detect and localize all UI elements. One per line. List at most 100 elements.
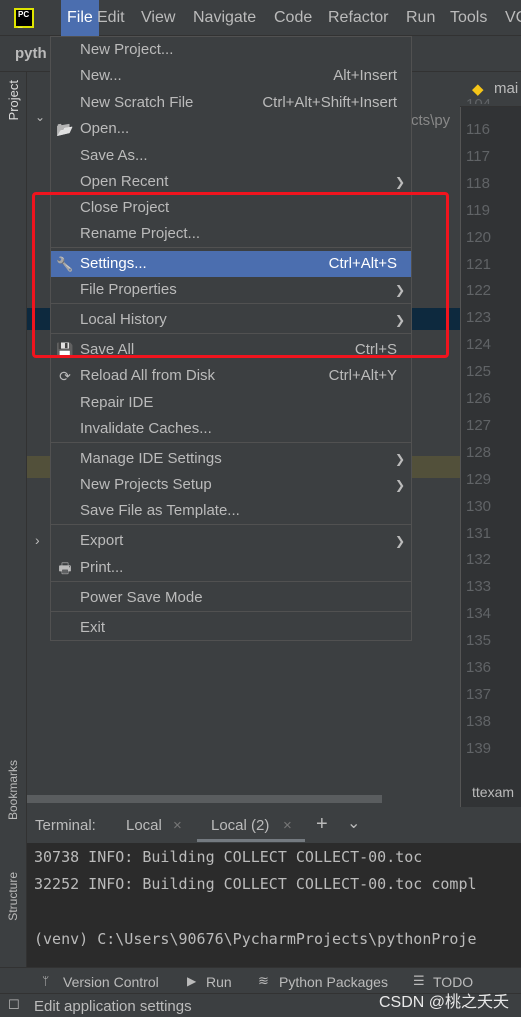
line-number: 129 bbox=[466, 470, 492, 488]
menu-item-label: Print... bbox=[80, 559, 124, 576]
menu-item-label: New Scratch File bbox=[80, 94, 194, 111]
line-number: 117 bbox=[466, 147, 490, 165]
editor-tab-main[interactable]: mai bbox=[494, 80, 518, 97]
menu-item-label: Repair IDE bbox=[80, 394, 154, 411]
menu-item-label: New Projects Setup bbox=[80, 476, 212, 493]
line-number: 138 bbox=[466, 712, 492, 730]
status-text: Edit application settings bbox=[34, 998, 192, 1015]
layers-icon: ≋ bbox=[258, 973, 269, 988]
menu-item-save-as[interactable]: Save As... bbox=[51, 143, 411, 169]
menu-separator bbox=[51, 611, 411, 612]
menu-item-power-save-mode[interactable]: Power Save Mode bbox=[51, 585, 411, 611]
menu-vcs[interactable]: VC bbox=[499, 0, 521, 36]
menu-item-new[interactable]: New... Alt+Insert bbox=[51, 63, 411, 89]
chevron-right-icon[interactable]: › bbox=[35, 532, 40, 548]
chevron-down-icon[interactable]: ⌄ bbox=[35, 110, 45, 124]
tab-local-2[interactable]: Local (2) bbox=[211, 817, 269, 834]
window-icon[interactable]: ☐ bbox=[8, 997, 20, 1013]
menu-item-repair-ide[interactable]: Repair IDE bbox=[51, 390, 411, 416]
line-number: 139 bbox=[466, 739, 492, 757]
tab-local[interactable]: Local bbox=[126, 817, 162, 834]
shortcut-label: Ctrl+Alt+Y bbox=[328, 367, 397, 384]
line-number: 104 bbox=[466, 96, 491, 104]
line-number: 130 bbox=[466, 497, 492, 515]
menu-item-label: Open... bbox=[80, 120, 130, 137]
line-number: 127 bbox=[466, 416, 492, 434]
terminal-title: Terminal: bbox=[35, 817, 96, 834]
menu-code[interactable]: Code bbox=[268, 0, 318, 36]
project-breadcrumb[interactable]: pyth bbox=[15, 45, 47, 62]
line-number: 124 bbox=[466, 336, 492, 354]
line-number: 134 bbox=[466, 605, 492, 623]
menu-run[interactable]: Run bbox=[400, 0, 441, 36]
line-number: 118 bbox=[466, 174, 490, 192]
menu-item-label: Save As... bbox=[80, 147, 148, 164]
menu-refactor[interactable]: Refactor bbox=[322, 0, 394, 36]
menu-item-label: Manage IDE Settings bbox=[80, 450, 222, 467]
line-number: 116 bbox=[466, 121, 490, 138]
line-number: 135 bbox=[466, 632, 492, 650]
left-tool-strip: Project Bookmarks Structure bbox=[0, 72, 27, 967]
menu-separator bbox=[51, 442, 411, 443]
line-number: 126 bbox=[466, 390, 492, 407]
project-tool-button[interactable]: Project bbox=[6, 80, 21, 120]
menu-item-new-projects-setup[interactable]: New Projects Setup ❯ bbox=[51, 472, 411, 498]
editor-bottom-tab[interactable]: ttexam bbox=[472, 784, 514, 800]
line-number: 123 bbox=[466, 309, 492, 327]
menu-item-new-scratch-file[interactable]: New Scratch File Ctrl+Alt+Shift+Insert bbox=[51, 90, 411, 116]
menu-view[interactable]: View bbox=[135, 0, 181, 36]
shortcut-label: Ctrl+Alt+Shift+Insert bbox=[262, 94, 397, 111]
structure-tool-button[interactable]: Structure bbox=[6, 872, 20, 921]
menu-item-label: New... bbox=[80, 67, 122, 84]
menu-item-print[interactable]: 🖶 Print... bbox=[51, 555, 411, 581]
chevron-right-icon: ❯ bbox=[394, 478, 405, 492]
add-tab-icon[interactable]: + bbox=[316, 813, 328, 836]
list-icon: ☰ bbox=[413, 973, 425, 988]
chevron-down-icon[interactable]: ⌄ bbox=[347, 813, 360, 833]
close-icon[interactable]: × bbox=[173, 817, 182, 834]
line-number: 125 bbox=[466, 363, 492, 381]
menu-item-new-project[interactable]: New Project... bbox=[51, 37, 411, 63]
horizontal-scrollbar[interactable] bbox=[27, 795, 382, 803]
menu-item-reload-all-from-disk[interactable]: ⟳ Reload All from Disk Ctrl+Alt+Y bbox=[51, 363, 411, 389]
reload-icon: ⟳ bbox=[59, 368, 71, 384]
print-icon: 🖶 bbox=[58, 560, 72, 576]
watermark: CSDN @桃之夭夭 bbox=[378, 994, 509, 1011]
run-icon: ▶ bbox=[187, 974, 197, 988]
version-control-button[interactable]: Version Control bbox=[63, 974, 159, 990]
shortcut-label: Alt+Insert bbox=[333, 67, 397, 84]
line-number: 119 bbox=[466, 201, 490, 219]
line-number: 136 bbox=[466, 659, 492, 676]
line-number: 133 bbox=[466, 578, 492, 596]
menu-item-label: Save File as Template... bbox=[80, 502, 240, 519]
pycharm-logo-icon: PC _ bbox=[14, 8, 34, 29]
menu-item-invalidate-caches[interactable]: Invalidate Caches... bbox=[51, 416, 411, 442]
line-number: 121 bbox=[466, 255, 492, 273]
line-number: 137 bbox=[466, 685, 492, 703]
menu-item-label: Export bbox=[80, 532, 124, 549]
terminal-line: 30738 INFO: Building COLLECT COLLECT-00.… bbox=[34, 848, 423, 866]
menu-tools[interactable]: Tools bbox=[444, 0, 493, 36]
terminal-prompt[interactable]: (venv) C:\Users\90676\PycharmProjects\py… bbox=[34, 930, 477, 948]
folder-open-icon: 📂 bbox=[56, 121, 74, 137]
menu-separator bbox=[51, 581, 411, 582]
menu-item-label: New Project... bbox=[80, 41, 174, 58]
line-number: 120 bbox=[466, 228, 492, 246]
menu-item-label: Power Save Mode bbox=[80, 589, 203, 606]
bookmarks-tool-button[interactable]: Bookmarks bbox=[6, 760, 20, 820]
menu-edit[interactable]: Edit bbox=[91, 0, 131, 36]
menu-item-save-file-as-template[interactable]: Save File as Template... bbox=[51, 498, 411, 524]
menu-navigate[interactable]: Navigate bbox=[187, 0, 262, 36]
terminal-tab-bar: Terminal: Local × Local (2) × + ⌄ bbox=[27, 807, 521, 843]
menu-item-export[interactable]: Export ❯ bbox=[51, 528, 411, 554]
menu-item-label: Invalidate Caches... bbox=[80, 420, 212, 437]
menu-item-label: Reload All from Disk bbox=[80, 367, 216, 384]
menu-item-exit[interactable]: Exit bbox=[51, 615, 411, 641]
menu-item-open[interactable]: 📂 Open... bbox=[51, 116, 411, 142]
terminal-line: 32252 INFO: Building COLLECT COLLECT-00.… bbox=[34, 875, 477, 893]
python-packages-button[interactable]: Python Packages bbox=[279, 974, 388, 990]
close-icon[interactable]: × bbox=[283, 817, 292, 834]
line-number: 131 bbox=[466, 524, 492, 542]
run-button[interactable]: Run bbox=[206, 974, 232, 990]
menu-item-manage-ide-settings[interactable]: Manage IDE Settings ❯ bbox=[51, 446, 411, 472]
